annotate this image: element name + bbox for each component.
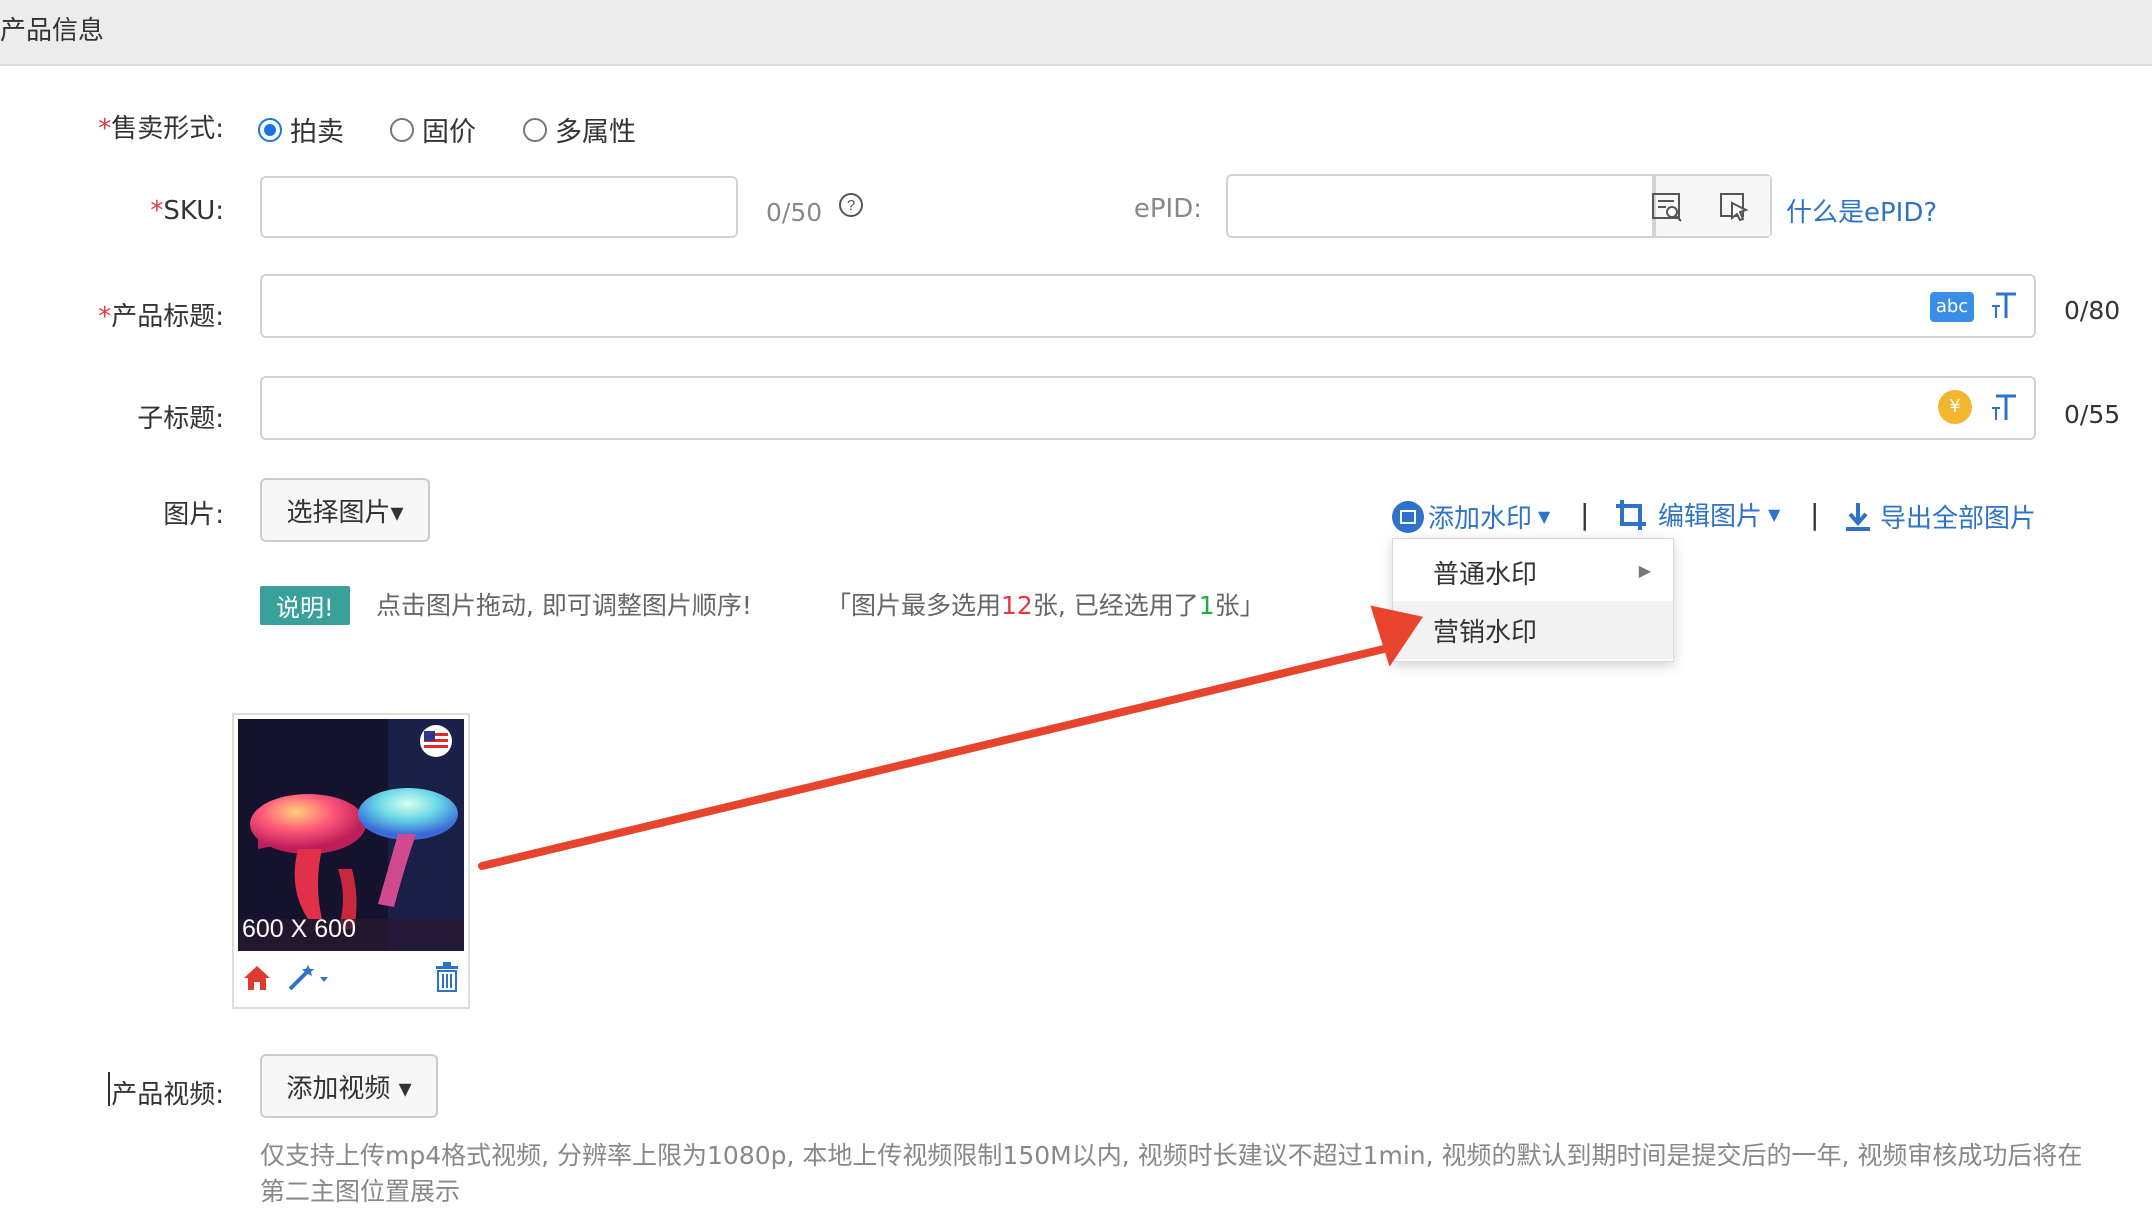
- export-images-button[interactable]: 导出全部图片: [1844, 498, 2036, 535]
- limit-max: 12: [1001, 591, 1033, 620]
- text-format-icon[interactable]: [1990, 288, 2020, 324]
- radio-fixed-price[interactable]: 固价: [390, 110, 476, 149]
- section-header: [0, 0, 2152, 66]
- menu-item-marketing-watermark[interactable]: 营销水印: [1393, 601, 1673, 659]
- download-icon: [1844, 501, 1872, 533]
- limit-prefix: 「图片最多选用: [826, 591, 1002, 620]
- watermark-icon: [1392, 500, 1424, 533]
- radio-multi-attribute-label: 多属性: [555, 117, 636, 148]
- epid-search-icon[interactable]: [1650, 190, 1684, 224]
- title-label: *产品标题:: [98, 302, 224, 332]
- toolbar-separator: |: [1810, 498, 1820, 531]
- radio-fixed-price-label: 固价: [422, 117, 476, 148]
- subtitle-text-format-icon[interactable]: [1990, 390, 2020, 426]
- subtitle-label: 子标题:: [137, 404, 224, 434]
- select-image-button[interactable]: 选择图片▾: [260, 478, 430, 542]
- sku-label: *SKU:: [150, 196, 224, 226]
- add-video-button[interactable]: 添加视频 ▾: [260, 1054, 438, 1118]
- title-counter: 0/80: [2064, 296, 2121, 325]
- radio-auction-indicator[interactable]: [258, 117, 282, 142]
- subtitle-counter: 0/55: [2064, 400, 2121, 429]
- export-images-label: 导出全部图片: [1880, 504, 2037, 534]
- video-hint-text: 仅支持上传mp4格式视频, 分辨率上限为1080p, 本地上传视频限制150M以…: [260, 1141, 2083, 1206]
- coin-icon[interactable]: ¥: [1938, 390, 1972, 424]
- section-title: 产品信息: [0, 16, 105, 46]
- radio-multi-attribute-indicator[interactable]: [523, 117, 547, 142]
- image-thumbnail-card[interactable]: 600 X 600: [232, 713, 470, 1009]
- radio-auction-label: 拍卖: [290, 117, 344, 148]
- images-label: 图片:: [163, 500, 224, 530]
- edit-image-button[interactable]: 编辑图片 ▼: [1614, 496, 1780, 533]
- epid-select-icon[interactable]: [1718, 190, 1752, 224]
- epid-label: ePID:: [1133, 194, 1202, 224]
- add-watermark-label: 添加水印: [1428, 504, 1533, 534]
- svg-text:?: ?: [847, 197, 855, 214]
- radio-auction[interactable]: 拍卖: [258, 110, 344, 149]
- watermark-menu: 普通水印 ▶ 营销水印: [1392, 538, 1674, 662]
- chevron-down-icon: ▼: [1538, 507, 1551, 526]
- toolbar-separator: |: [1580, 498, 1590, 531]
- epid-field[interactable]: [1226, 174, 1772, 238]
- limit-suffix: 张」: [1214, 591, 1265, 620]
- image-size-label: 600 X 600: [242, 915, 356, 943]
- menu-item-normal-label: 普通水印: [1433, 559, 1538, 590]
- home-icon[interactable]: [242, 963, 272, 993]
- product-image[interactable]: 600 X 600: [238, 719, 464, 951]
- sale-type-label: *售卖形式:: [98, 114, 224, 144]
- add-watermark-button[interactable]: 添加水印 ▼: [1392, 498, 1550, 535]
- crop-icon: [1614, 498, 1648, 532]
- radio-fixed-price-indicator[interactable]: [390, 117, 414, 142]
- magic-wand-icon[interactable]: [286, 963, 330, 993]
- subtitle-input[interactable]: [260, 376, 2036, 440]
- menu-item-normal-watermark[interactable]: 普通水印 ▶: [1393, 543, 1673, 601]
- edit-image-label: 编辑图片: [1658, 502, 1763, 532]
- limit-mid: 张, 已经选用了: [1032, 591, 1199, 620]
- help-icon[interactable]: ?: [838, 192, 864, 218]
- radio-multi-attribute[interactable]: 多属性: [523, 110, 636, 149]
- video-label: 产品视频:: [111, 1080, 224, 1110]
- note-tag: 说明!: [260, 586, 350, 625]
- note-text: 点击图片拖动, 即可调整图片顺序!: [376, 591, 752, 620]
- sku-counter: 0/50: [766, 198, 823, 227]
- title-input[interactable]: [260, 274, 2036, 338]
- limit-used: 1: [1198, 591, 1215, 620]
- sku-input[interactable]: [260, 176, 738, 238]
- spellcheck-icon[interactable]: abc: [1930, 292, 1974, 322]
- chevron-right-icon: ▶: [1638, 561, 1651, 580]
- menu-item-marketing-label: 营销水印: [1433, 617, 1538, 648]
- epid-help-link[interactable]: 什么是ePID?: [1786, 192, 1937, 229]
- trash-icon[interactable]: [434, 961, 460, 993]
- chevron-down-icon: ▼: [1768, 505, 1781, 524]
- image-limit-text: 「图片最多选用12张, 已经选用了1张」: [826, 586, 1265, 622]
